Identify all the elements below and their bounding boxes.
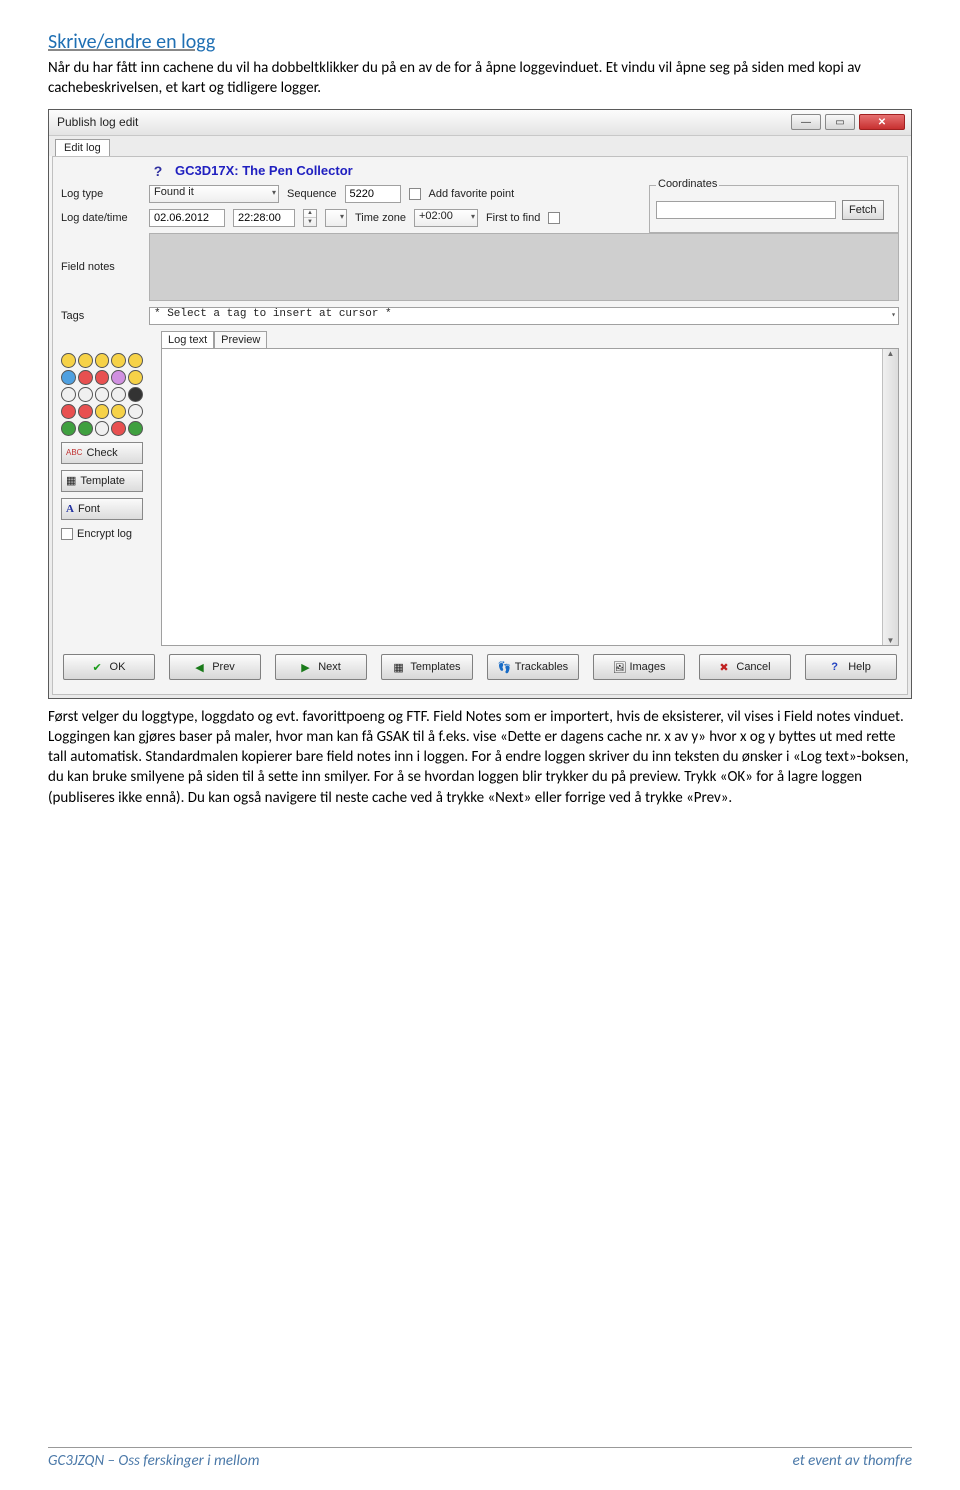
arrow-left-icon: ◀: [195, 661, 207, 673]
field-notes-area[interactable]: [149, 233, 899, 301]
publish-log-window: Publish log edit — ▭ ✕ Edit log ? GC3D17…: [48, 109, 912, 699]
log-text-editor[interactable]: ▲▼: [161, 348, 899, 646]
label-log-type: Log type: [61, 188, 141, 200]
sequence-input[interactable]: [345, 185, 401, 203]
image-icon: 🖼: [612, 661, 624, 673]
encrypt-checkbox[interactable]: [61, 528, 73, 540]
emoji-icon[interactable]: [78, 370, 93, 385]
timezone-dropdown[interactable]: +02:00: [414, 209, 478, 227]
intro-paragraph: Når du har fått inn cachene du vil ha do…: [48, 58, 912, 99]
coordinates-group: Coordinates Fetch: [649, 185, 899, 233]
emoji-icon[interactable]: [78, 387, 93, 402]
fetch-button[interactable]: Fetch: [842, 200, 884, 220]
emoji-icon[interactable]: [95, 421, 110, 436]
emoji-icon[interactable]: [61, 387, 76, 402]
check-icon: ✔: [93, 661, 105, 673]
time-spinner[interactable]: ▲▼: [303, 209, 317, 227]
grid-icon: ▦: [66, 474, 76, 487]
close-button[interactable]: ✕: [859, 114, 905, 130]
titlebar: Publish log edit — ▭ ✕: [49, 110, 911, 136]
emoji-icon[interactable]: [111, 421, 126, 436]
label-first-to-find: First to find: [486, 212, 540, 224]
emoji-icon[interactable]: [78, 353, 93, 368]
label-coordinates: Coordinates: [656, 178, 719, 190]
emoji-icon[interactable]: [61, 404, 76, 419]
main-tabstrip: Edit log: [49, 136, 911, 156]
label-add-favorite: Add favorite point: [429, 188, 515, 200]
label-encrypt: Encrypt log: [77, 528, 132, 540]
emoji-icon[interactable]: [111, 353, 126, 368]
images-button[interactable]: 🖼Images: [593, 654, 685, 680]
footer-right: et event av thomfre: [793, 1452, 912, 1470]
emoji-icon[interactable]: [95, 404, 110, 419]
emoji-icon[interactable]: [128, 387, 143, 402]
grid-icon: ▦: [393, 661, 405, 673]
label-timezone: Time zone: [355, 212, 406, 224]
section-heading: Skrive/endre en logg: [48, 30, 912, 54]
window-title: Publish log edit: [57, 115, 138, 129]
cross-icon: ✖: [719, 661, 731, 673]
emoji-icon[interactable]: [128, 370, 143, 385]
calendar-dropdown[interactable]: [325, 209, 347, 227]
tab-preview[interactable]: Preview: [214, 331, 267, 348]
page-footer: GC3JZQN – Oss ferskinger i mellom et eve…: [48, 1447, 912, 1470]
favorite-checkbox[interactable]: [409, 188, 421, 200]
font-icon: A: [66, 503, 74, 515]
template-button[interactable]: ▦Template: [61, 470, 143, 492]
emoji-icon[interactable]: [111, 370, 126, 385]
templates-button[interactable]: ▦Templates: [381, 654, 473, 680]
log-type-dropdown[interactable]: Found it: [149, 185, 279, 203]
emoji-icon[interactable]: [78, 421, 93, 436]
help-icon[interactable]: ?: [149, 163, 167, 179]
trackables-button[interactable]: 👣Trackables: [487, 654, 579, 680]
coordinates-input[interactable]: [656, 201, 836, 219]
editor-scrollbar[interactable]: ▲▼: [882, 349, 898, 645]
abc-icon: ABC: [66, 448, 82, 457]
check-button[interactable]: ABCCheck: [61, 442, 143, 464]
minimize-button[interactable]: —: [791, 114, 821, 130]
prev-button[interactable]: ◀Prev: [169, 654, 261, 680]
cache-title: GC3D17X: The Pen Collector: [175, 163, 353, 178]
label-log-date: Log date/time: [61, 212, 141, 224]
emoji-icon[interactable]: [95, 353, 110, 368]
emoji-icon[interactable]: [111, 387, 126, 402]
emoji-icon[interactable]: [95, 370, 110, 385]
emoji-palette: [61, 353, 143, 436]
trackable-icon: 👣: [498, 661, 510, 673]
emoji-icon[interactable]: [111, 404, 126, 419]
ok-button[interactable]: ✔OK: [63, 654, 155, 680]
help-icon: ?: [831, 661, 843, 673]
emoji-icon[interactable]: [95, 387, 110, 402]
tab-log-text[interactable]: Log text: [161, 331, 214, 348]
help-button[interactable]: ?Help: [805, 654, 897, 680]
emoji-icon[interactable]: [61, 370, 76, 385]
cancel-button[interactable]: ✖Cancel: [699, 654, 791, 680]
emoji-icon[interactable]: [128, 421, 143, 436]
body-paragraph: Først velger du loggtype, loggdato og ev…: [48, 707, 912, 808]
footer-left: GC3JZQN – Oss ferskinger i mellom: [48, 1452, 259, 1470]
emoji-icon[interactable]: [61, 421, 76, 436]
tab-edit-log[interactable]: Edit log: [55, 139, 110, 156]
arrow-right-icon: ▶: [301, 661, 313, 673]
next-button[interactable]: ▶Next: [275, 654, 367, 680]
emoji-icon[interactable]: [78, 404, 93, 419]
tags-dropdown[interactable]: * Select a tag to insert at cursor *: [149, 307, 899, 325]
label-sequence: Sequence: [287, 188, 337, 200]
date-input[interactable]: [149, 209, 225, 227]
emoji-icon[interactable]: [61, 353, 76, 368]
label-field-notes: Field notes: [61, 261, 141, 273]
time-input[interactable]: [233, 209, 295, 227]
maximize-button[interactable]: ▭: [825, 114, 855, 130]
emoji-icon[interactable]: [128, 404, 143, 419]
dialog-button-bar: ✔OK ◀Prev ▶Next ▦Templates 👣Trackables 🖼…: [61, 646, 899, 686]
font-button[interactable]: AFont: [61, 498, 143, 520]
ftf-checkbox[interactable]: [548, 212, 560, 224]
emoji-icon[interactable]: [128, 353, 143, 368]
label-tags: Tags: [61, 310, 141, 322]
